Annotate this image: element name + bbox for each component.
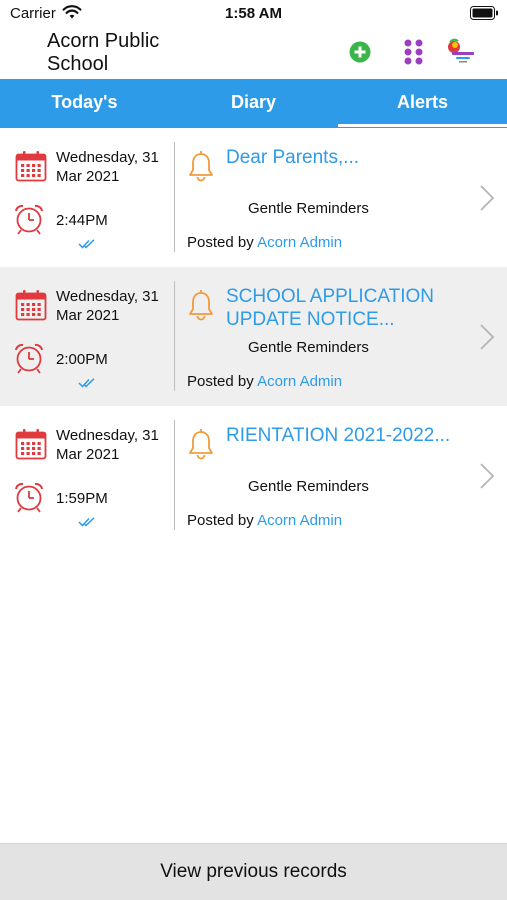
chevron-right-icon[interactable] bbox=[479, 323, 495, 351]
status-bar: Carrier 1:58 AM bbox=[0, 0, 507, 28]
view-previous-records-button[interactable]: View previous records bbox=[0, 843, 507, 900]
calendar-icon bbox=[15, 429, 47, 460]
posted-by-label: Posted by bbox=[187, 512, 254, 529]
alarm-clock-icon bbox=[15, 482, 43, 513]
calendar-icon bbox=[15, 151, 47, 182]
school-logo-icon[interactable] bbox=[446, 38, 476, 64]
alert-time: 2:00PM bbox=[56, 351, 108, 368]
chevron-right-icon[interactable] bbox=[479, 184, 495, 212]
alert-row[interactable]: Wednesday, 31 Mar 2021 2:44PM Dear Paren… bbox=[0, 128, 507, 267]
alert-time: 2:44PM bbox=[56, 212, 108, 229]
double-check-icon bbox=[78, 239, 95, 249]
grid-menu-icon[interactable] bbox=[403, 39, 425, 65]
alert-category: Gentle Reminders bbox=[248, 339, 369, 356]
double-check-icon bbox=[78, 517, 95, 527]
posted-by: Posted by Acorn Admin bbox=[187, 512, 342, 529]
author-link[interactable]: Acorn Admin bbox=[257, 512, 342, 529]
posted-by-label: Posted by bbox=[187, 373, 254, 390]
alert-category: Gentle Reminders bbox=[248, 200, 369, 217]
author-link[interactable]: Acorn Admin bbox=[257, 373, 342, 390]
divider bbox=[174, 142, 175, 252]
alert-row[interactable]: Wednesday, 31 Mar 2021 1:59PM RIENTATION… bbox=[0, 406, 507, 545]
tab-diary[interactable]: Diary bbox=[169, 79, 338, 128]
alert-time: 1:59PM bbox=[56, 490, 108, 507]
battery-icon bbox=[470, 6, 498, 20]
alert-title: SCHOOL APPLICATION UPDATE NOTICE... bbox=[226, 286, 434, 330]
posted-by: Posted by Acorn Admin bbox=[187, 373, 342, 390]
author-link[interactable]: Acorn Admin bbox=[257, 234, 342, 251]
tab-alerts[interactable]: Alerts bbox=[338, 79, 507, 128]
double-check-icon bbox=[78, 378, 95, 388]
alert-date: Wednesday, 31 Mar 2021 bbox=[56, 288, 159, 324]
alert-date: Wednesday, 31 Mar 2021 bbox=[56, 427, 159, 463]
tab-bar: Today's Diary Alerts bbox=[0, 79, 507, 128]
posted-by: Posted by Acorn Admin bbox=[187, 234, 342, 251]
posted-by-label: Posted by bbox=[187, 234, 254, 251]
divider bbox=[174, 281, 175, 391]
divider bbox=[174, 420, 175, 530]
status-time: 1:58 AM bbox=[225, 5, 282, 22]
tab-todays[interactable]: Today's bbox=[0, 79, 169, 128]
alert-date: Wednesday, 31 Mar 2021 bbox=[56, 149, 159, 185]
alert-title: Dear Parents,... bbox=[226, 147, 360, 168]
app-header: Acorn Public School bbox=[0, 28, 507, 79]
alarm-clock-icon bbox=[15, 204, 43, 235]
alert-category: Gentle Reminders bbox=[248, 478, 369, 495]
alert-title: RIENTATION 2021-2022... bbox=[226, 425, 451, 446]
bell-icon bbox=[189, 429, 213, 460]
school-name: Acorn Public School bbox=[47, 30, 160, 75]
alert-row[interactable]: Wednesday, 31 Mar 2021 2:00PM SCHOOL APP… bbox=[0, 267, 507, 406]
chevron-right-icon[interactable] bbox=[479, 462, 495, 490]
alert-list: Wednesday, 31 Mar 2021 2:44PM Dear Paren… bbox=[0, 128, 507, 545]
add-icon[interactable] bbox=[349, 41, 371, 63]
calendar-icon bbox=[15, 290, 47, 321]
bell-icon bbox=[189, 290, 213, 321]
alarm-clock-icon bbox=[15, 343, 43, 374]
bell-icon bbox=[189, 151, 213, 182]
